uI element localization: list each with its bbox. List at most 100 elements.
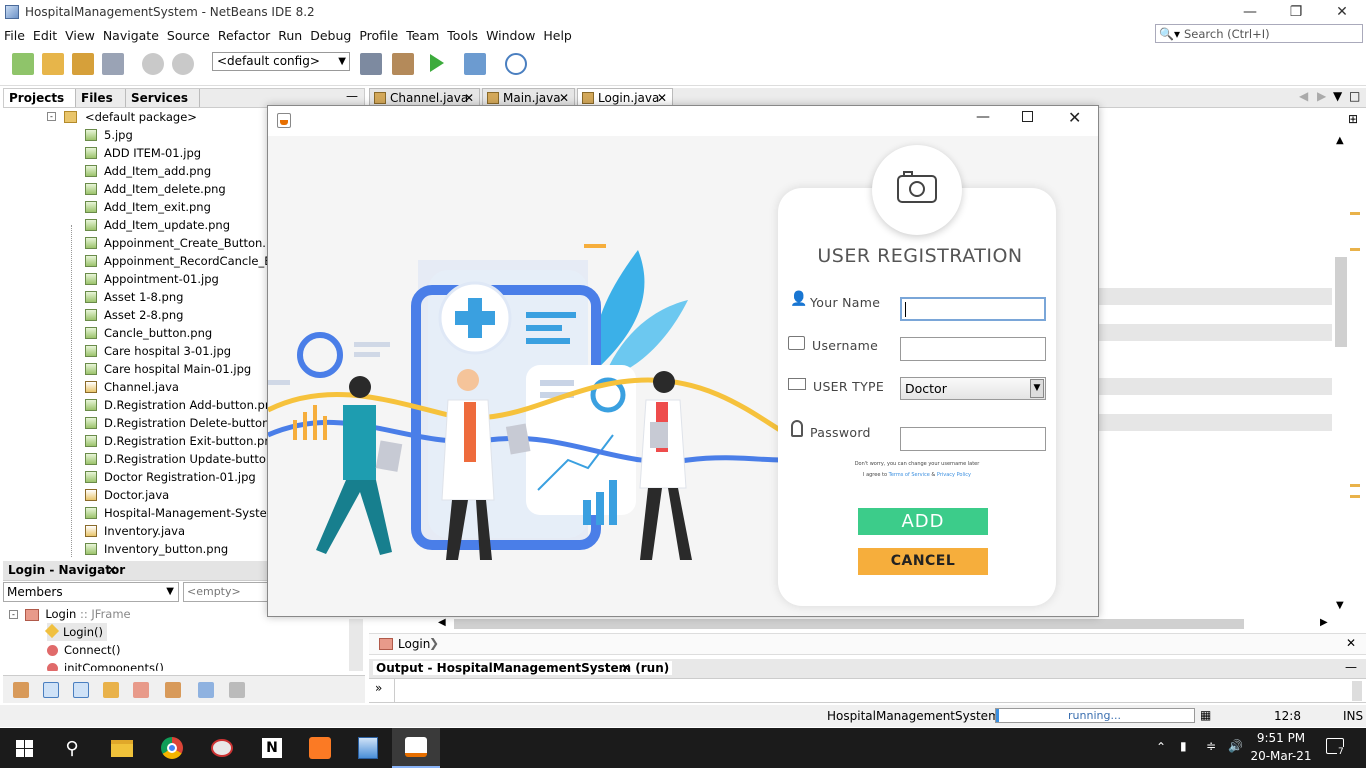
- tree-file[interactable]: Add_Item_update.png: [3, 216, 268, 234]
- member-connect[interactable]: Connect(): [47, 641, 121, 659]
- breadcrumb-login[interactable]: Login: [398, 637, 430, 651]
- tree-file[interactable]: D.Registration Add-button.png: [3, 396, 268, 414]
- cancel-progress-icon[interactable]: ▦: [1200, 708, 1211, 722]
- tree-file[interactable]: Doctor Registration-01.jpg: [3, 468, 268, 486]
- rerun-icon[interactable]: »: [375, 681, 382, 695]
- run-icon[interactable]: [430, 54, 444, 72]
- profile-icon[interactable]: [505, 53, 527, 75]
- error-stripe-mark[interactable]: [1350, 212, 1360, 215]
- new-project-icon[interactable]: [42, 53, 64, 75]
- hierarchy-icon[interactable]: [13, 682, 29, 698]
- clock-time[interactable]: 9:51 PM: [1256, 731, 1306, 745]
- output-scrollbar[interactable]: [1352, 681, 1362, 701]
- menu-tools[interactable]: Tools: [443, 28, 482, 43]
- sort-name-icon[interactable]: [229, 682, 245, 698]
- menu-debug[interactable]: Debug: [306, 28, 355, 43]
- start-button[interactable]: [0, 728, 48, 768]
- java-app-icon[interactable]: [392, 728, 440, 768]
- dialog-close-button[interactable]: ✕: [1068, 108, 1081, 127]
- show-private-icon[interactable]: [103, 682, 119, 698]
- tree-file[interactable]: Appointment-01.jpg: [3, 270, 268, 288]
- chrome-icon[interactable]: [148, 728, 196, 768]
- minimize-output-icon[interactable]: —: [1345, 660, 1357, 674]
- minimize-button[interactable]: —: [1227, 0, 1273, 24]
- menu-profile[interactable]: Profile: [355, 28, 402, 43]
- username-input[interactable]: [900, 337, 1046, 361]
- sort-icon[interactable]: [198, 682, 214, 698]
- minimize-panel-icon[interactable]: —: [346, 89, 358, 103]
- navigator-root[interactable]: - Login :: JFrame: [9, 605, 131, 623]
- tab-list-icon[interactable]: ▼: [1333, 89, 1342, 103]
- tab-projects[interactable]: Projects ✕: [4, 89, 76, 123]
- show-static-icon[interactable]: [73, 682, 89, 698]
- dialog-minimize-button[interactable]: —: [976, 109, 990, 125]
- tree-file[interactable]: Care hospital Main-01.jpg: [3, 360, 268, 378]
- file-explorer-icon[interactable]: [98, 728, 146, 768]
- clock-date[interactable]: 20-Mar-21: [1250, 749, 1312, 763]
- redo-icon[interactable]: [172, 53, 194, 75]
- tree-file[interactable]: D.Registration Delete-button.png: [3, 414, 268, 432]
- show-fields-icon[interactable]: [43, 682, 59, 698]
- tree-file[interactable]: ADD ITEM-01.jpg: [3, 144, 268, 162]
- tree-file[interactable]: Add_Item_exit.png: [3, 198, 268, 216]
- user-type-select[interactable]: Doctor ▼: [900, 377, 1046, 400]
- menu-help[interactable]: Help: [539, 28, 576, 43]
- menu-file[interactable]: File: [0, 28, 29, 43]
- close-button[interactable]: ✕: [1319, 0, 1365, 24]
- notion-icon[interactable]: N: [248, 728, 296, 768]
- tree-file[interactable]: D.Registration Update-button.png: [3, 450, 268, 468]
- filter-icon[interactable]: [165, 682, 181, 698]
- terms-link[interactable]: Terms of Service: [889, 472, 930, 478]
- maximize-editor-icon[interactable]: □: [1349, 89, 1360, 103]
- show-hidden-icons-icon[interactable]: ⌃: [1156, 740, 1166, 754]
- tree-file[interactable]: Hospital-Management-System.png: [3, 504, 268, 522]
- privacy-link[interactable]: Privacy Policy: [937, 472, 971, 478]
- menu-team[interactable]: Team: [402, 28, 443, 43]
- ide-search-input[interactable]: 🔍▾ Search (Ctrl+I): [1155, 24, 1363, 43]
- tree-file[interactable]: Care hospital 3-01.jpg: [3, 342, 268, 360]
- error-stripe-mark[interactable]: [1350, 484, 1360, 487]
- tree-package[interactable]: - <default package>: [3, 108, 268, 126]
- restore-button[interactable]: ❐: [1273, 0, 1319, 24]
- cancel-button[interactable]: CANCEL: [858, 548, 988, 575]
- save-all-icon[interactable]: [102, 53, 124, 75]
- paint-icon[interactable]: [198, 728, 246, 768]
- error-stripe-mark[interactable]: [1350, 248, 1360, 251]
- tree-file[interactable]: Channel.java: [3, 378, 268, 396]
- close-output-icon[interactable]: ✕: [621, 661, 631, 675]
- palette-icon[interactable]: ⊞: [1348, 112, 1358, 126]
- virtualbox-icon[interactable]: [344, 728, 392, 768]
- tree-file[interactable]: Add_Item_add.png: [3, 162, 268, 180]
- battery-icon[interactable]: ▮: [1180, 739, 1187, 753]
- tree-file[interactable]: D.Registration Exit-button.png: [3, 432, 268, 450]
- debug-icon[interactable]: [464, 53, 486, 75]
- show-inherited-icon[interactable]: [133, 682, 149, 698]
- build-icon[interactable]: [360, 53, 382, 75]
- tab-files[interactable]: Files: [76, 89, 126, 107]
- tree-file[interactable]: Inventory_button.png: [3, 540, 268, 558]
- wifi-icon[interactable]: ≑: [1206, 739, 1216, 753]
- tree-file[interactable]: Appoinment_Create_Button.png: [3, 234, 268, 252]
- tree-file[interactable]: 5.jpg: [3, 126, 268, 144]
- navigator-scrollbar[interactable]: [349, 619, 363, 671]
- member-login[interactable]: Login(): [44, 623, 107, 641]
- scroll-tabs-right-icon[interactable]: ▶: [1317, 89, 1326, 103]
- error-stripe-mark[interactable]: [1350, 495, 1360, 498]
- open-project-icon[interactable]: [72, 53, 94, 75]
- tree-file[interactable]: Inventory.java: [3, 522, 268, 540]
- search-taskbar-icon[interactable]: ⚲: [48, 728, 96, 768]
- menu-navigate[interactable]: Navigate: [99, 28, 163, 43]
- menu-view[interactable]: View: [61, 28, 99, 43]
- close-breadcrumb-icon[interactable]: ✕: [1346, 636, 1356, 650]
- tab-services[interactable]: Services: [126, 89, 200, 107]
- member-initcomponents[interactable]: initComponents(): [47, 659, 164, 671]
- password-input[interactable]: [900, 427, 1046, 451]
- dialog-maximize-button[interactable]: [1022, 111, 1033, 122]
- tree-file[interactable]: Cancle_button.png: [3, 324, 268, 342]
- members-select[interactable]: Members ▼: [3, 582, 179, 602]
- navigator-filter-input[interactable]: <empty>: [183, 582, 268, 602]
- tree-file[interactable]: Appoinment_RecordCancle_Back B: [3, 252, 268, 270]
- menu-edit[interactable]: Edit: [29, 28, 61, 43]
- close-navigator-icon[interactable]: ✕: [107, 563, 117, 577]
- menu-refactor[interactable]: Refactor: [214, 28, 274, 43]
